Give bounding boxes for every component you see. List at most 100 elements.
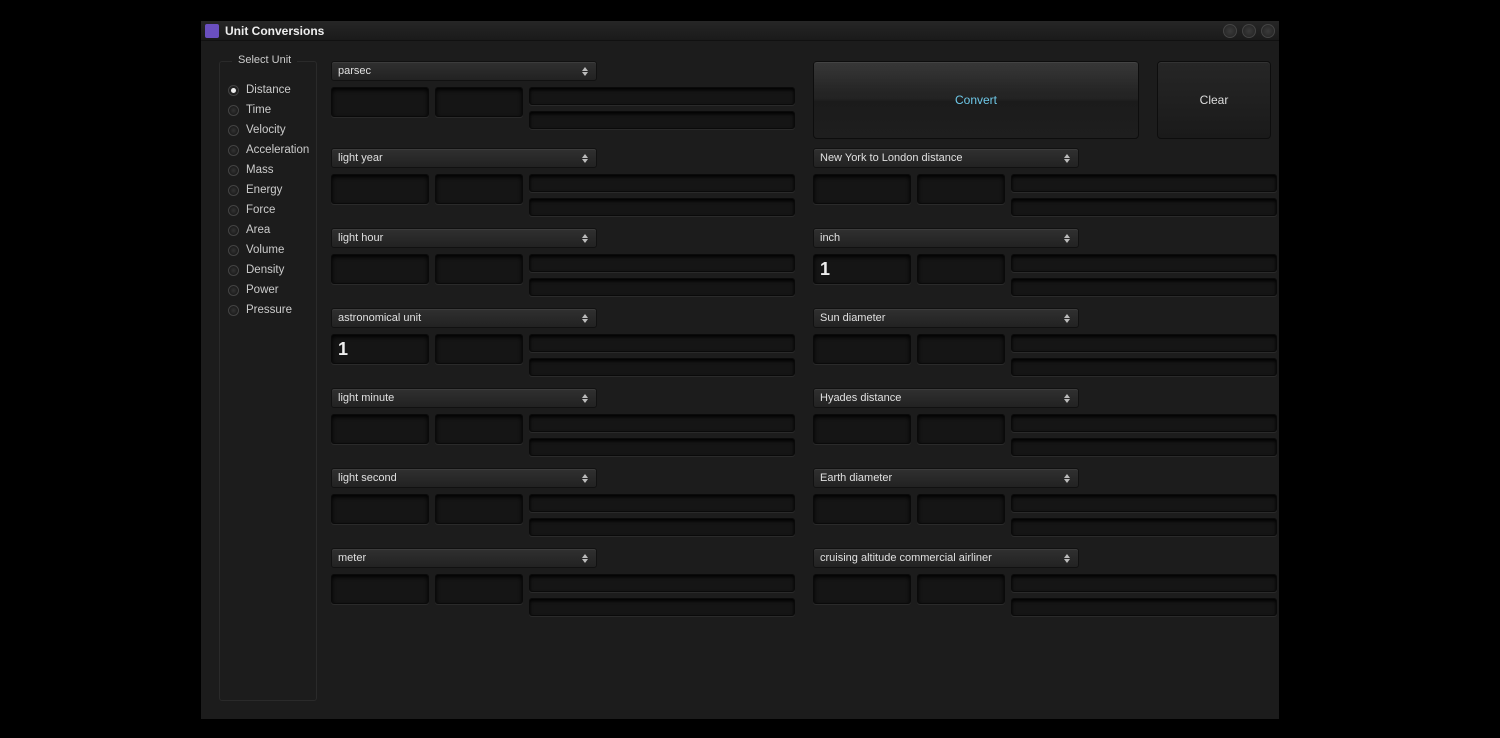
value-input-3-right-b[interactable] [917,414,1005,444]
combo-label: astronomical unit [338,312,421,324]
output-field [529,494,795,512]
radio-dot-icon [228,105,239,116]
app-window: Unit Conversions Select Unit DistanceTim… [200,20,1280,720]
chevron-down-icon [1064,479,1070,483]
chevron-up-icon [1064,554,1070,558]
radio-label: Volume [246,244,284,256]
radio-dot-icon [228,125,239,136]
output-field [1011,174,1277,192]
unit-select-3-left[interactable]: astronomical unit [331,308,597,328]
unit-block: astronomical unit [331,308,795,376]
unit-select-0-left[interactable]: parsec [331,61,597,81]
unit-block: Sun diameter [813,308,1277,376]
combo-label: New York to London distance [820,152,963,164]
chevron-down-icon [582,159,588,163]
radio-velocity[interactable]: Velocity [226,120,310,140]
value-input-0-right-b[interactable] [917,174,1005,204]
value-input-2-right-b[interactable] [917,334,1005,364]
chevron-up-icon [582,474,588,478]
output-field [1011,254,1277,272]
radio-dot-icon [228,305,239,316]
radio-time[interactable]: Time [226,100,310,120]
chevron-down-icon [1064,319,1070,323]
radio-pressure[interactable]: Pressure [226,300,310,320]
chevron-up-icon [582,154,588,158]
radio-volume[interactable]: Volume [226,240,310,260]
clear-button[interactable]: Clear [1157,61,1271,139]
maximize-button[interactable] [1242,24,1256,38]
unit-block: inch [813,228,1277,296]
chevron-down-icon [1064,399,1070,403]
radio-dot-icon [228,245,239,256]
unit-block: Earth diameter [813,468,1277,536]
unit-select-6-left[interactable]: meter [331,548,597,568]
value-input-3-left-a[interactable] [331,334,429,364]
output-field [529,254,795,272]
value-input-6-left-b[interactable] [435,574,523,604]
value-input-0-left-b[interactable] [435,87,523,117]
value-input-4-left-b[interactable] [435,414,523,444]
value-input-6-left-a[interactable] [331,574,429,604]
output-field [529,111,795,129]
unit-block: Hyades distance [813,388,1277,456]
chevron-up-icon [582,314,588,318]
combo-label: cruising altitude commercial airliner [820,552,992,564]
radio-power[interactable]: Power [226,280,310,300]
radio-mass[interactable]: Mass [226,160,310,180]
value-input-3-left-b[interactable] [435,334,523,364]
unit-select-5-right[interactable]: cruising altitude commercial airliner [813,548,1079,568]
value-input-1-left-b[interactable] [435,174,523,204]
unit-select-5-left[interactable]: light second [331,468,597,488]
value-input-1-right-a[interactable] [813,254,911,284]
radio-acceleration[interactable]: Acceleration [226,140,310,160]
value-input-0-left-a[interactable] [331,87,429,117]
value-input-1-left-a[interactable] [331,174,429,204]
value-input-4-left-a[interactable] [331,414,429,444]
value-input-2-left-b[interactable] [435,254,523,284]
unit-select-2-right[interactable]: Sun diameter [813,308,1079,328]
value-input-3-right-a[interactable] [813,414,911,444]
chevron-down-icon [582,239,588,243]
radio-force[interactable]: Force [226,200,310,220]
chevron-up-icon [1064,154,1070,158]
value-input-5-right-b[interactable] [917,574,1005,604]
unit-select-2-left[interactable]: light hour [331,228,597,248]
output-field [1011,438,1277,456]
output-field [1011,598,1277,616]
radio-area[interactable]: Area [226,220,310,240]
unit-select-0-right[interactable]: New York to London distance [813,148,1079,168]
value-input-2-left-a[interactable] [331,254,429,284]
radio-label: Area [246,224,270,236]
unit-select-1-left[interactable]: light year [331,148,597,168]
unit-block: light second [331,468,795,536]
radio-energy[interactable]: Energy [226,180,310,200]
radio-label: Power [246,284,279,296]
value-input-5-left-a[interactable] [331,494,429,524]
value-input-2-right-a[interactable] [813,334,911,364]
unit-select-3-right[interactable]: Hyades distance [813,388,1079,408]
value-input-1-right-b[interactable] [917,254,1005,284]
content-area: Select Unit DistanceTimeVelocityAccelera… [201,41,1279,719]
output-field [529,174,795,192]
radio-label: Density [246,264,284,276]
value-input-0-right-a[interactable] [813,174,911,204]
chevron-down-icon [582,559,588,563]
radio-distance[interactable]: Distance [226,80,310,100]
unit-select-4-left[interactable]: light minute [331,388,597,408]
unit-select-1-right[interactable]: inch [813,228,1079,248]
chevron-down-icon [1064,239,1070,243]
chevron-up-icon [1064,314,1070,318]
output-field [529,518,795,536]
value-input-5-right-a[interactable] [813,574,911,604]
minimize-button[interactable] [1223,24,1237,38]
value-input-5-left-b[interactable] [435,494,523,524]
chevron-down-icon [582,399,588,403]
convert-button[interactable]: Convert [813,61,1139,139]
close-button[interactable] [1261,24,1275,38]
radio-label: Pressure [246,304,292,316]
radio-density[interactable]: Density [226,260,310,280]
sidebar: Select Unit DistanceTimeVelocityAccelera… [219,61,317,699]
value-input-4-right-a[interactable] [813,494,911,524]
unit-select-4-right[interactable]: Earth diameter [813,468,1079,488]
value-input-4-right-b[interactable] [917,494,1005,524]
